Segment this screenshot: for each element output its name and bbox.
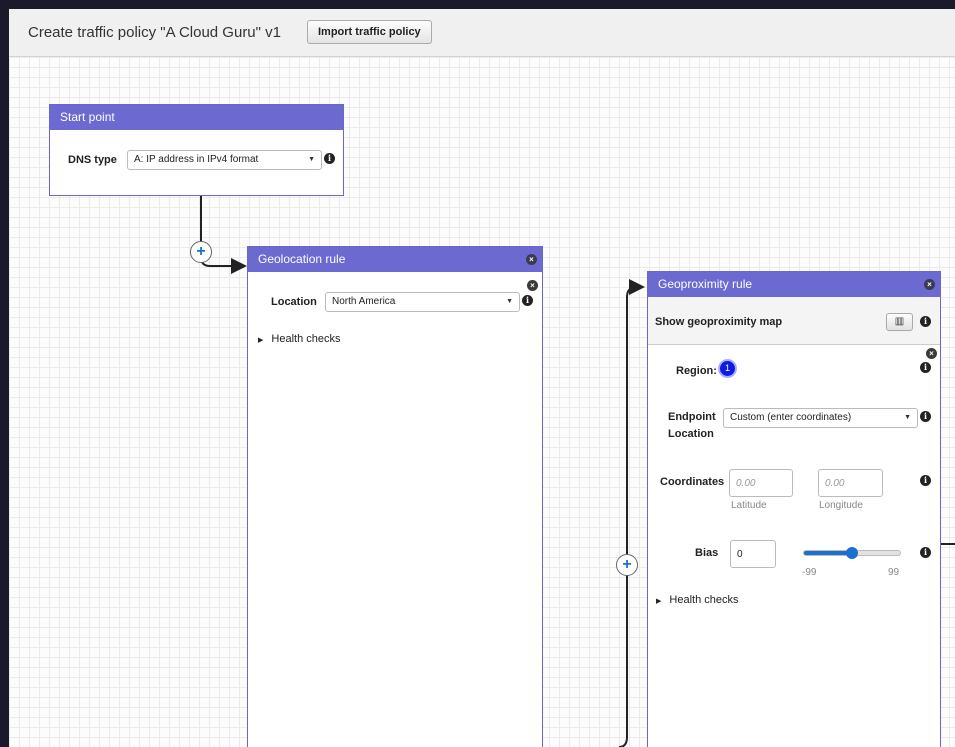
slider-max-label: 99 [888,567,900,578]
caret-down-icon: ▼ [904,414,911,421]
region-badge[interactable]: 1 [718,359,737,378]
close-icon[interactable]: × [527,280,538,291]
bias-slider-fill [804,551,852,555]
geoproximity-rule-panel: Geoproximity rule × Show geoproximity ma… [647,271,941,747]
location-label: Location [271,296,317,308]
geolocation-rule-panel: Geolocation rule × × Location North Amer… [247,246,543,747]
bias-input[interactable] [730,540,776,568]
bias-slider[interactable] [803,547,901,559]
add-rule-plus-icon[interactable]: + [190,241,212,263]
info-icon[interactable]: i [920,547,931,558]
health-checks-label: Health checks [669,594,739,606]
coordinates-label: Coordinates [660,476,725,488]
geoproximity-rule-header: Geoproximity rule × [648,272,940,297]
endpoint-label-line1: Endpoint [668,411,716,423]
latitude-label: Latitude [731,500,767,511]
location-value: North America [332,296,396,307]
geoproximity-rule-title: Geoproximity rule [658,277,753,291]
info-icon[interactable]: i [920,475,931,486]
health-checks-toggle[interactable]: ▶ Health checks [656,594,738,606]
close-rule-icon[interactable]: × [526,254,537,265]
info-icon[interactable]: i [324,153,335,164]
start-point-header: Start point [50,105,343,130]
close-icon[interactable]: × [926,348,937,359]
region-label: Region: [676,365,717,377]
geolocation-rule-title: Geolocation rule [258,252,346,266]
slider-min-label: -99 [802,567,817,578]
connector-to-geoproximity [618,279,645,747]
health-checks-toggle[interactable]: ▶ Health checks [258,333,340,345]
policy-canvas[interactable]: + + Start point DNS type A: IP address i… [9,57,955,747]
start-point-title: Start point [60,110,115,124]
geolocation-rule-header: Geolocation rule × [248,247,542,272]
info-icon[interactable]: i [920,362,931,373]
top-bar: Create traffic policy "A Cloud Guru" v1 … [9,9,955,57]
longitude-label: Longitude [819,500,863,511]
traffic-policy-editor: Create traffic policy "A Cloud Guru" v1 … [9,9,955,747]
caret-down-icon: ▼ [308,156,315,163]
caret-right-icon: ▶ [258,337,264,344]
info-icon[interactable]: i [920,411,931,422]
show-map-label: Show geoproximity map [655,316,783,328]
location-select[interactable]: North America ▼ [325,292,520,312]
geoproximity-map-bar: Show geoproximity map ▥ i [648,297,940,345]
dns-type-select[interactable]: A: IP address in IPv4 format ▼ [127,150,322,170]
info-icon[interactable]: i [522,295,533,306]
endpoint-label-line2: Location [668,428,714,440]
longitude-input[interactable] [818,469,883,497]
caret-down-icon: ▼ [506,298,513,305]
dns-type-value: A: IP address in IPv4 format [134,154,259,165]
page-title: Create traffic policy "A Cloud Guru" v1 [28,24,281,41]
map-icon[interactable]: ▥ [886,313,913,331]
import-traffic-policy-button[interactable]: Import traffic policy [307,20,432,44]
endpoint-location-value: Custom (enter coordinates) [730,412,852,423]
caret-right-icon: ▶ [656,598,662,605]
start-point-panel: Start point DNS type A: IP address in IP… [49,104,344,196]
health-checks-label: Health checks [271,333,341,345]
bias-slider-thumb[interactable] [846,547,858,559]
info-icon[interactable]: i [920,316,931,327]
bias-label: Bias [695,547,719,559]
add-rule-plus-icon[interactable]: + [616,554,638,576]
close-rule-icon[interactable]: × [924,279,935,290]
endpoint-location-select[interactable]: Custom (enter coordinates) ▼ [723,408,918,428]
dns-type-label: DNS type [68,154,117,166]
latitude-input[interactable] [729,469,793,497]
